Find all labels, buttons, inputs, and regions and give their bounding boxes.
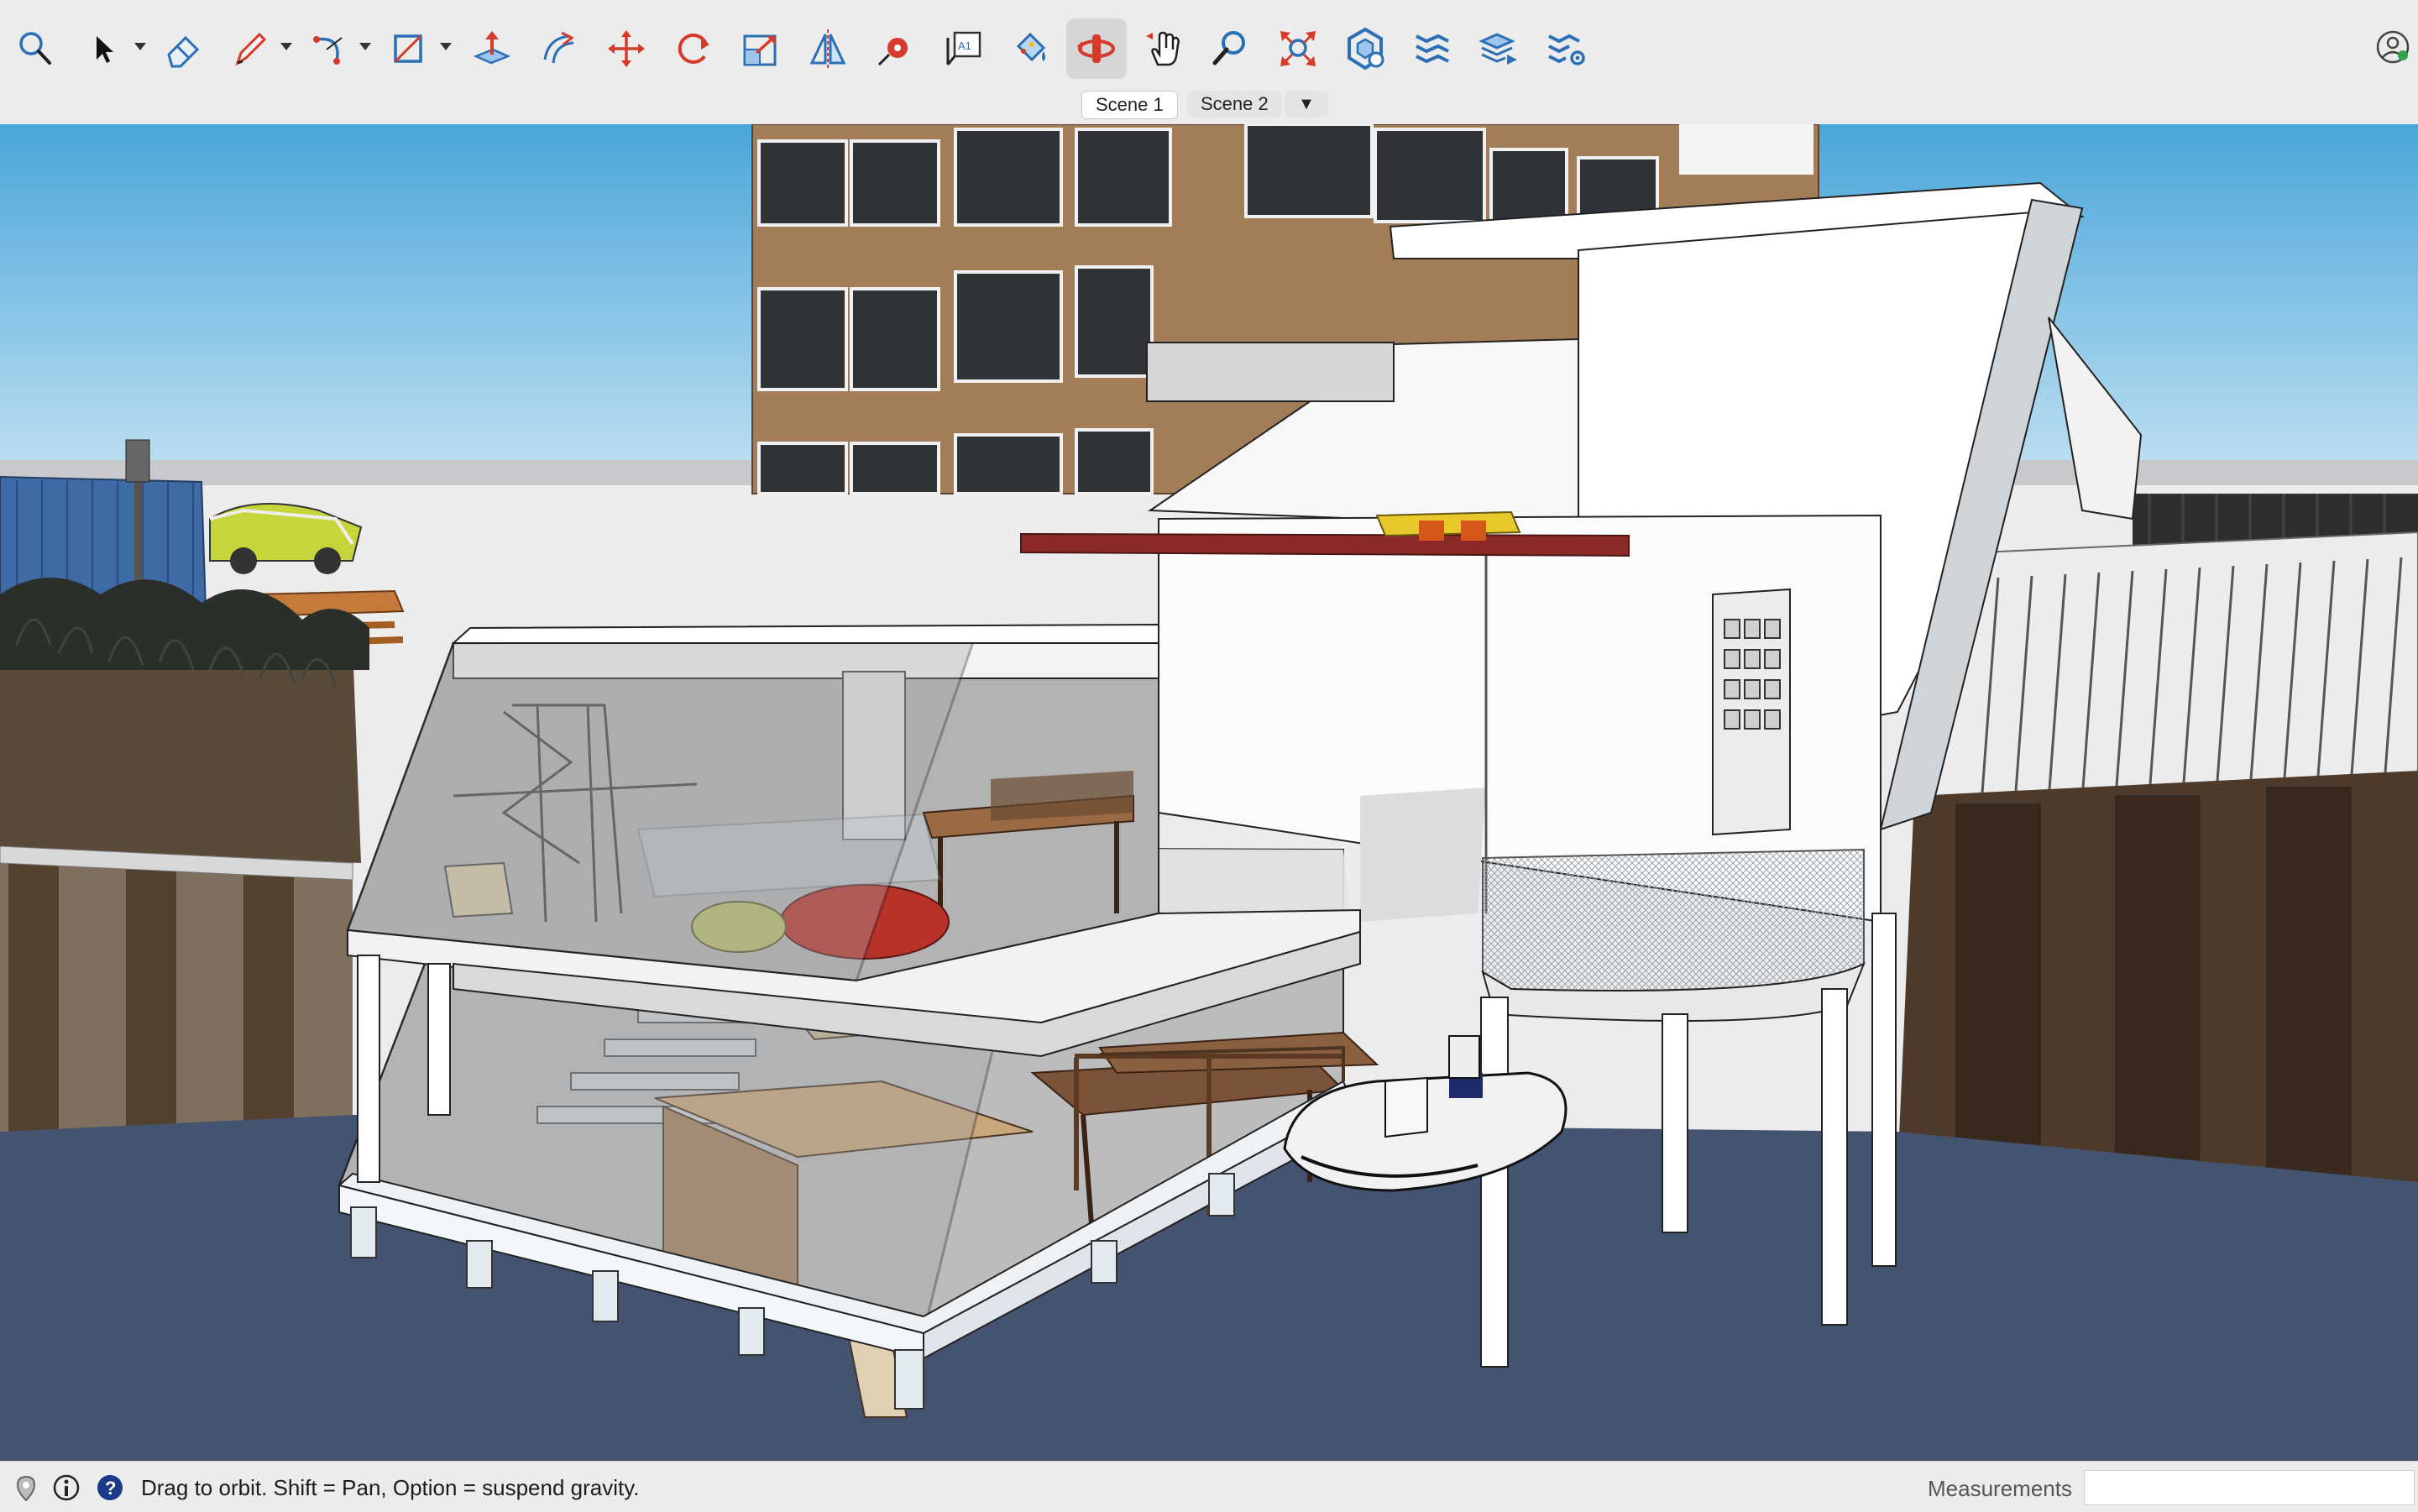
tags-icon <box>1416 34 1449 64</box>
rectangle-tool-menu-chevron-icon[interactable] <box>440 43 452 50</box>
pan-hand-icon <box>1146 31 1180 66</box>
building-model-scene <box>0 124 2418 1461</box>
line-tool-menu-chevron-icon[interactable] <box>280 43 292 50</box>
components-panel-button[interactable] <box>1335 18 1395 79</box>
components-icon <box>1348 27 1384 71</box>
arrow-icon <box>97 36 113 63</box>
toolbar: A1 <box>0 0 2418 95</box>
tape-measure-tool-button[interactable] <box>865 18 925 79</box>
status-bar: ? Drag to orbit. Shift = Pan, Option = s… <box>0 1461 2418 1512</box>
rotate-icon <box>678 33 709 64</box>
line-tool-button[interactable] <box>220 18 280 79</box>
paint-bucket-icon <box>1016 32 1046 62</box>
text-tool-button[interactable]: A1 <box>932 18 992 79</box>
svg-text:?: ? <box>105 1478 116 1499</box>
credit-icon[interactable] <box>52 1473 81 1502</box>
select-tool-menu-chevron-icon[interactable] <box>134 43 146 50</box>
zoom-tool-button[interactable] <box>1201 18 1261 79</box>
scenes-menu-button[interactable]: ▼ <box>1285 91 1328 118</box>
rotate-tool-button[interactable] <box>663 18 724 79</box>
tags-panel-button[interactable] <box>1402 18 1463 79</box>
help-icon[interactable]: ? <box>96 1473 124 1502</box>
move-tool-button[interactable] <box>596 18 657 79</box>
measurements-label: Measurements <box>1928 1476 2072 1501</box>
pan-tool-button[interactable] <box>1133 18 1194 79</box>
scale-icon <box>743 34 777 66</box>
geo-location-icon[interactable] <box>12 1473 40 1502</box>
styles-settings-icon <box>1548 34 1585 65</box>
arc-tool-menu-chevron-icon[interactable] <box>359 43 371 50</box>
flip-icon <box>809 29 846 68</box>
scene-tabs-bar: Scene 1 Scene 2 ▼ <box>0 84 2418 125</box>
measurements-input[interactable] <box>2084 1470 2415 1505</box>
scale-tool-button[interactable] <box>730 18 791 79</box>
select-tool-button[interactable] <box>72 18 133 79</box>
zoom-extents-tool-button[interactable] <box>1268 18 1328 79</box>
text-tool-glyph: A1 <box>958 39 971 52</box>
status-message: Drag to orbit. Shift = Pan, Option = sus… <box>141 1475 640 1500</box>
zoom-extents-icon <box>1280 31 1316 66</box>
styles-panel-button[interactable] <box>1536 18 1597 79</box>
flip-tool-button[interactable] <box>798 18 858 79</box>
rectangle-icon <box>394 34 422 63</box>
scenes-panel-button[interactable] <box>1469 18 1530 79</box>
move-icon <box>608 30 645 67</box>
rectangle-tool-button[interactable] <box>379 18 440 79</box>
account-icon[interactable] <box>2374 29 2411 65</box>
model-viewport[interactable] <box>0 124 2418 1461</box>
left-background-site <box>0 439 405 1207</box>
search-icon <box>19 32 51 65</box>
arc-tool-button[interactable] <box>301 18 361 79</box>
pencil-icon <box>235 32 267 66</box>
push-pull-icon <box>473 31 511 65</box>
orbit-icon <box>1077 34 1115 63</box>
push-pull-tool-button[interactable] <box>462 18 522 79</box>
eraser-tool-button[interactable] <box>153 18 213 79</box>
paint-bucket-tool-button[interactable] <box>999 18 1060 79</box>
tape-measure-icon <box>877 38 908 66</box>
offset-tool-button[interactable] <box>529 18 589 79</box>
arc-icon <box>313 36 343 65</box>
tab-scene-2[interactable]: Scene 2 <box>1187 91 1282 118</box>
eraser-icon <box>167 35 200 68</box>
tab-scene-1[interactable]: Scene 1 <box>1081 91 1178 119</box>
orbit-tool-button[interactable] <box>1066 18 1127 79</box>
scenes-icon <box>1479 33 1517 65</box>
text-icon: A1 <box>946 31 981 65</box>
search-tool-button[interactable] <box>5 18 65 79</box>
zoom-icon <box>1212 31 1245 65</box>
offset-icon <box>543 31 574 64</box>
